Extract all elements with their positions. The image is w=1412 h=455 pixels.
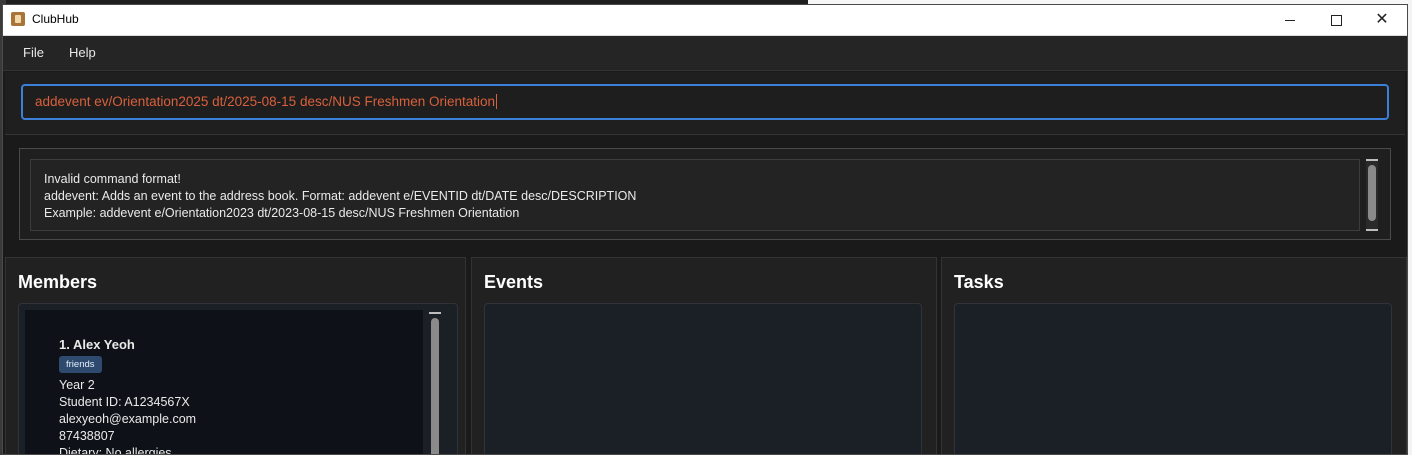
members-list[interactable]: 1. Alex Yeoh friends Year 2 Student ID: …: [18, 303, 458, 455]
result-line: addevent: Adds an event to the address b…: [44, 189, 637, 203]
maximize-button[interactable]: [1313, 5, 1359, 35]
member-tag: friends: [59, 356, 102, 373]
menu-bar: File Help: [3, 36, 1407, 71]
members-scrollbar[interactable]: [429, 312, 441, 454]
maximize-icon: [1330, 14, 1342, 26]
text-caret: [496, 94, 498, 109]
result-line: Invalid command format!: [44, 172, 181, 186]
menu-help[interactable]: Help: [69, 45, 96, 60]
events-title: Events: [484, 272, 544, 292]
events-list[interactable]: [484, 303, 922, 454]
member-student-id: Student ID: A1234567X: [59, 395, 190, 409]
result-text-area[interactable]: Invalid command format! addevent: Adds a…: [30, 159, 1360, 231]
close-button[interactable]: ✕: [1359, 5, 1405, 35]
menu-file[interactable]: File: [23, 45, 44, 60]
scrollbar-cap: [1366, 229, 1378, 231]
scrollbar-thumb[interactable]: [431, 318, 439, 454]
tasks-panel: Tasks: [941, 257, 1407, 454]
command-box: addevent ev/Orientation2025 dt/2025-08-1…: [5, 72, 1405, 135]
scrollbar-thumb[interactable]: [1368, 165, 1376, 221]
member-phone: 87438807: [59, 429, 115, 443]
tasks-title: Tasks: [954, 272, 1004, 292]
minimize-button[interactable]: [1267, 5, 1313, 35]
minimize-icon: [1285, 19, 1295, 21]
scrollbar-cap: [429, 312, 441, 314]
member-year: Year 2: [59, 378, 95, 392]
member-dietary: Dietary: No allergies: [59, 446, 172, 455]
member-name: 1. Alex Yeoh: [59, 337, 135, 352]
command-input[interactable]: addevent ev/Orientation2025 dt/2025-08-1…: [21, 84, 1389, 120]
members-panel: Members 1. Alex Yeoh friends Year 2 Stud…: [5, 257, 466, 455]
events-panel: Events: [471, 257, 937, 454]
desktop-right-edge: [1408, 0, 1412, 455]
app-icon: [11, 12, 25, 26]
tasks-list[interactable]: [954, 303, 1392, 454]
scrollbar-cap: [1366, 159, 1378, 161]
close-icon: ✕: [1375, 11, 1389, 28]
title-bar[interactable]: ClubHub ✕: [3, 5, 1407, 36]
result-scrollbar[interactable]: [1366, 159, 1378, 231]
members-title: Members: [18, 272, 98, 292]
result-display: Invalid command format! addevent: Adds a…: [19, 148, 1391, 240]
command-text: addevent ev/Orientation2025 dt/2025-08-1…: [35, 94, 496, 109]
app-window: ClubHub ✕ File Help addevent ev/Orientat…: [2, 4, 1408, 455]
result-line: Example: addevent e/Orientation2023 dt/2…: [44, 206, 520, 220]
member-email: alexyeoh@example.com: [59, 412, 197, 426]
window-title: ClubHub: [32, 12, 79, 26]
member-card[interactable]: 1. Alex Yeoh friends Year 2 Student ID: …: [25, 310, 423, 455]
